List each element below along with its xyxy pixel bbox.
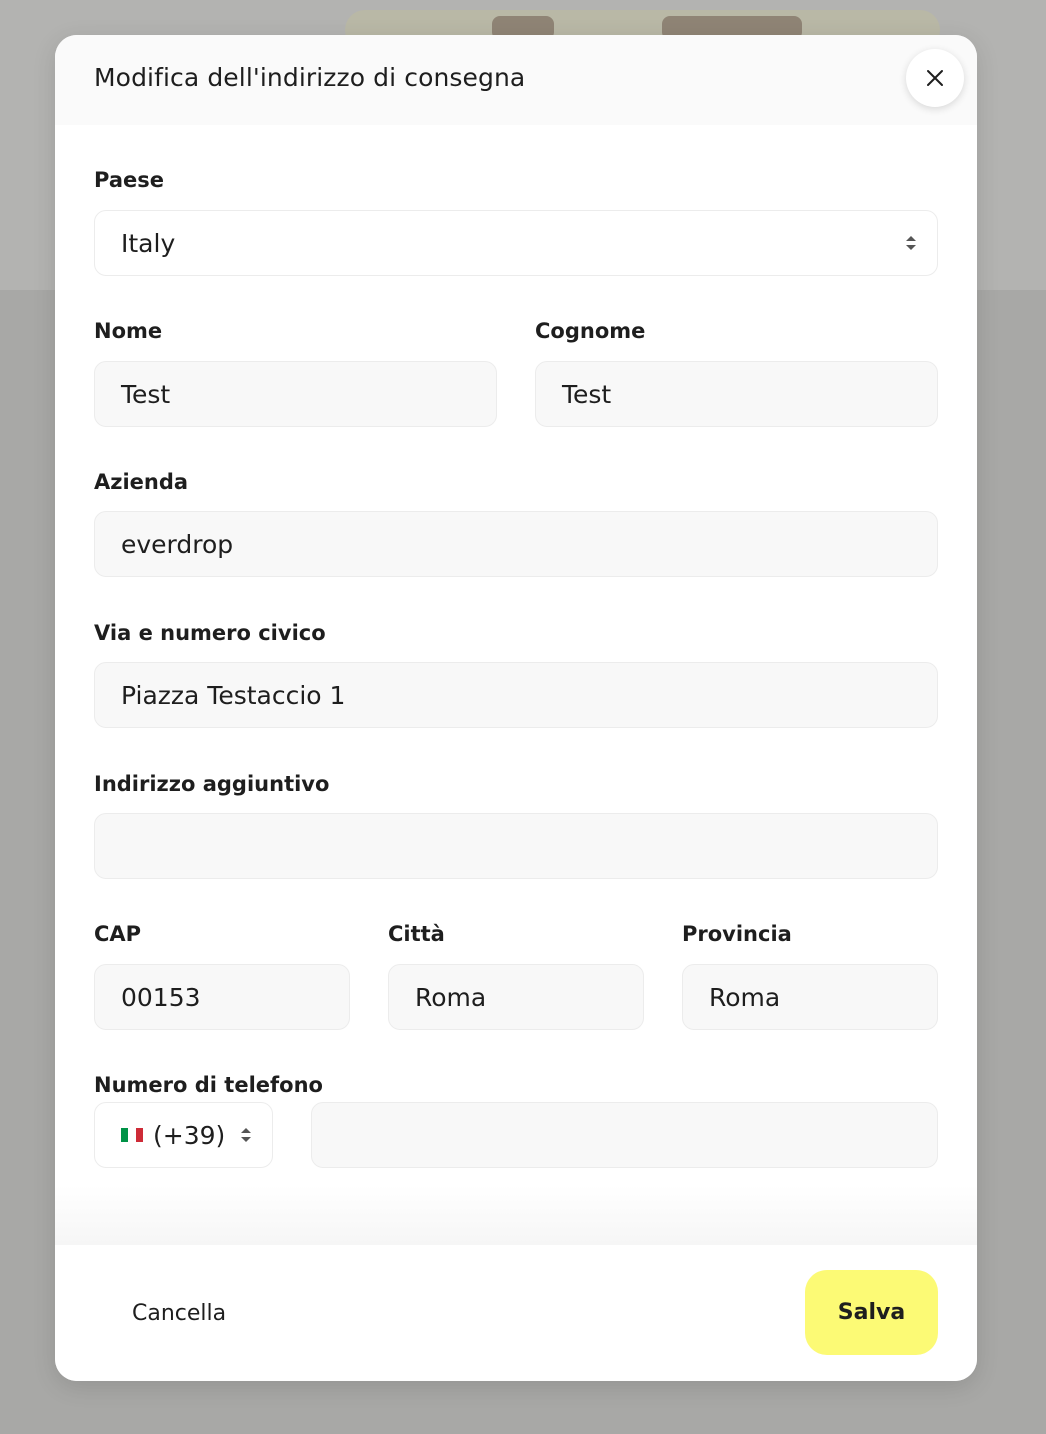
- phone-prefix-value: (+39): [153, 1120, 226, 1150]
- phone-label: Numero di telefono: [94, 1073, 323, 1097]
- city-value: Roma: [415, 982, 487, 1012]
- street-value: Piazza Testaccio 1: [121, 680, 346, 710]
- country-value: Italy: [121, 228, 176, 258]
- company-value: everdrop: [121, 529, 234, 559]
- country-select[interactable]: Italy: [94, 210, 938, 276]
- close-button[interactable]: [906, 49, 964, 107]
- address-extra-input[interactable]: [94, 813, 938, 879]
- province-label: Provincia: [682, 922, 792, 946]
- modal-title: Modifica dell'indirizzo di consegna: [94, 63, 526, 92]
- cancel-button[interactable]: Cancella: [132, 1301, 226, 1326]
- first-name-value: Test: [121, 379, 171, 409]
- select-arrows-icon: [906, 236, 916, 250]
- footer-fade: [55, 1185, 977, 1245]
- phone-prefix-select[interactable]: (+39): [94, 1102, 273, 1168]
- city-label: Città: [388, 922, 445, 946]
- last-name-label: Cognome: [535, 319, 646, 343]
- modal-footer: Cancella Salva: [55, 1245, 977, 1381]
- phone-number-input[interactable]: [311, 1102, 938, 1168]
- zip-value: 00153: [121, 982, 201, 1012]
- province-value: Roma: [709, 982, 781, 1012]
- select-arrows-icon: [241, 1128, 251, 1142]
- address-extra-label: Indirizzo aggiuntivo: [94, 772, 330, 796]
- street-input[interactable]: Piazza Testaccio 1: [94, 662, 938, 728]
- modal-header: Modifica dell'indirizzo di consegna: [55, 35, 977, 125]
- save-button[interactable]: Salva: [805, 1270, 938, 1355]
- last-name-value: Test: [562, 379, 612, 409]
- edit-address-modal: Modifica dell'indirizzo di consegna Paes…: [55, 35, 977, 1381]
- street-label: Via e numero civico: [94, 621, 326, 645]
- italy-flag-icon: [121, 1128, 143, 1142]
- country-label: Paese: [94, 168, 164, 192]
- close-icon: [927, 70, 943, 86]
- company-label: Azienda: [94, 470, 189, 494]
- first-name-label: Nome: [94, 319, 163, 343]
- zip-label: CAP: [94, 922, 142, 946]
- first-name-input[interactable]: Test: [94, 361, 497, 427]
- zip-input[interactable]: 00153: [94, 964, 350, 1030]
- last-name-input[interactable]: Test: [535, 361, 938, 427]
- city-input[interactable]: Roma: [388, 964, 644, 1030]
- province-input[interactable]: Roma: [682, 964, 938, 1030]
- company-input[interactable]: everdrop: [94, 511, 938, 577]
